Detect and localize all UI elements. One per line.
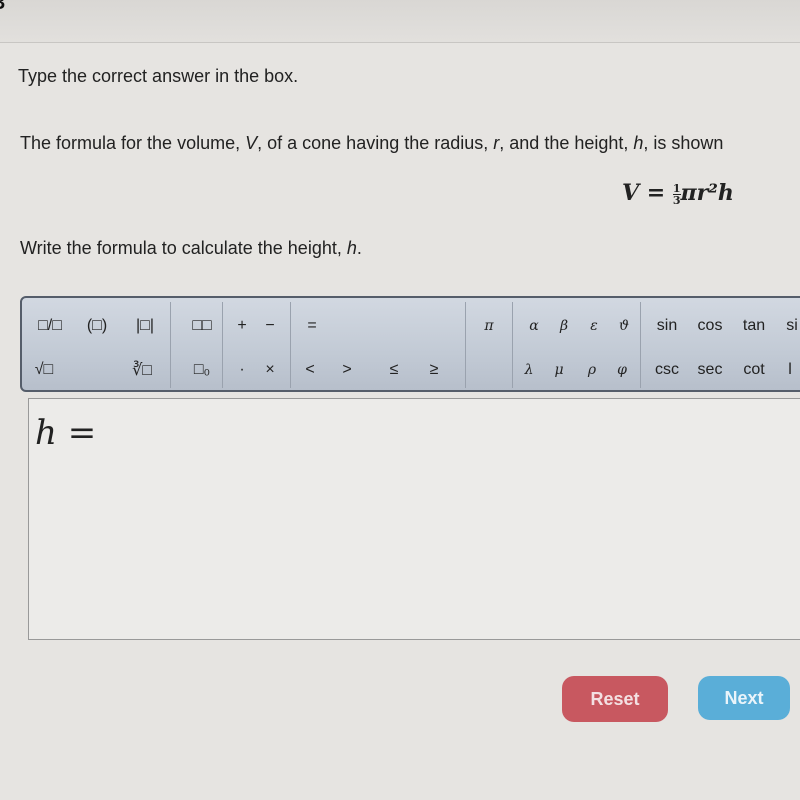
toolbar-button[interactable]: · xyxy=(239,361,244,379)
toolbar-button[interactable]: μ xyxy=(554,362,563,378)
toolbar-button[interactable]: ϑ xyxy=(619,318,629,334)
toolbar-button[interactable]: φ xyxy=(617,362,627,378)
reset-button[interactable]: Reset xyxy=(562,676,668,722)
toolbar-button[interactable]: sec xyxy=(698,361,723,379)
toolbar-button[interactable]: □□ xyxy=(192,317,211,335)
toolbar-button[interactable]: √□ xyxy=(35,361,53,379)
toolbar-button[interactable]: □₀ xyxy=(194,361,210,379)
toolbar-button[interactable]: ρ xyxy=(588,362,596,378)
toolbar-button[interactable]: □/□ xyxy=(38,317,62,335)
toolbar-button[interactable]: < xyxy=(305,361,314,379)
toolbar-button[interactable]: + xyxy=(237,317,246,335)
toolbar-button[interactable]: × xyxy=(265,361,274,379)
top-bar: 3 xyxy=(0,0,800,43)
toolbar-button[interactable]: |□| xyxy=(136,317,154,335)
task-text: Write the formula to calculate the heigh… xyxy=(20,238,362,258)
toolbar-button[interactable]: β xyxy=(560,318,568,334)
toolbar-button[interactable]: ε xyxy=(590,318,598,334)
toolbar-button[interactable]: cot xyxy=(743,361,764,379)
answer-input[interactable]: h = xyxy=(28,398,800,640)
toolbar-button[interactable]: tan xyxy=(743,317,765,335)
toolbar-button[interactable]: λ xyxy=(525,362,534,378)
toolbar-button[interactable]: (□) xyxy=(87,317,107,335)
instruction: Type the correct answer in the box. xyxy=(18,66,299,86)
toolbar-button[interactable]: ≥ xyxy=(430,361,439,379)
toolbar-button[interactable]: l xyxy=(788,361,792,379)
toolbar-button[interactable]: sin xyxy=(657,317,677,335)
math-toolbar: □/□ (□) |□| □□ + − = π α β ε ϑ sin cos tan si √□ ∛□ □₀ · × < >… xyxy=(20,296,800,392)
toolbar-button[interactable]: = xyxy=(307,317,316,335)
toolbar-button[interactable]: cos xyxy=(698,317,723,335)
toolbar-button[interactable]: π xyxy=(484,318,493,334)
toolbar-button[interactable]: csc xyxy=(655,361,679,379)
volume-formula: V = 1 3 πr²h xyxy=(622,180,734,207)
toolbar-button[interactable]: − xyxy=(265,317,274,335)
toolbar-button[interactable]: ≤ xyxy=(390,361,399,379)
next-button[interactable]: Next xyxy=(698,676,790,720)
toolbar-button[interactable]: ∛□ xyxy=(132,360,152,380)
question-number: 3 xyxy=(0,0,5,15)
question-prompt: The formula for the volume, V, of a cone… xyxy=(20,133,724,153)
toolbar-button[interactable]: si xyxy=(786,317,798,335)
toolbar-button[interactable]: > xyxy=(342,361,351,379)
toolbar-button[interactable]: α xyxy=(529,318,538,334)
